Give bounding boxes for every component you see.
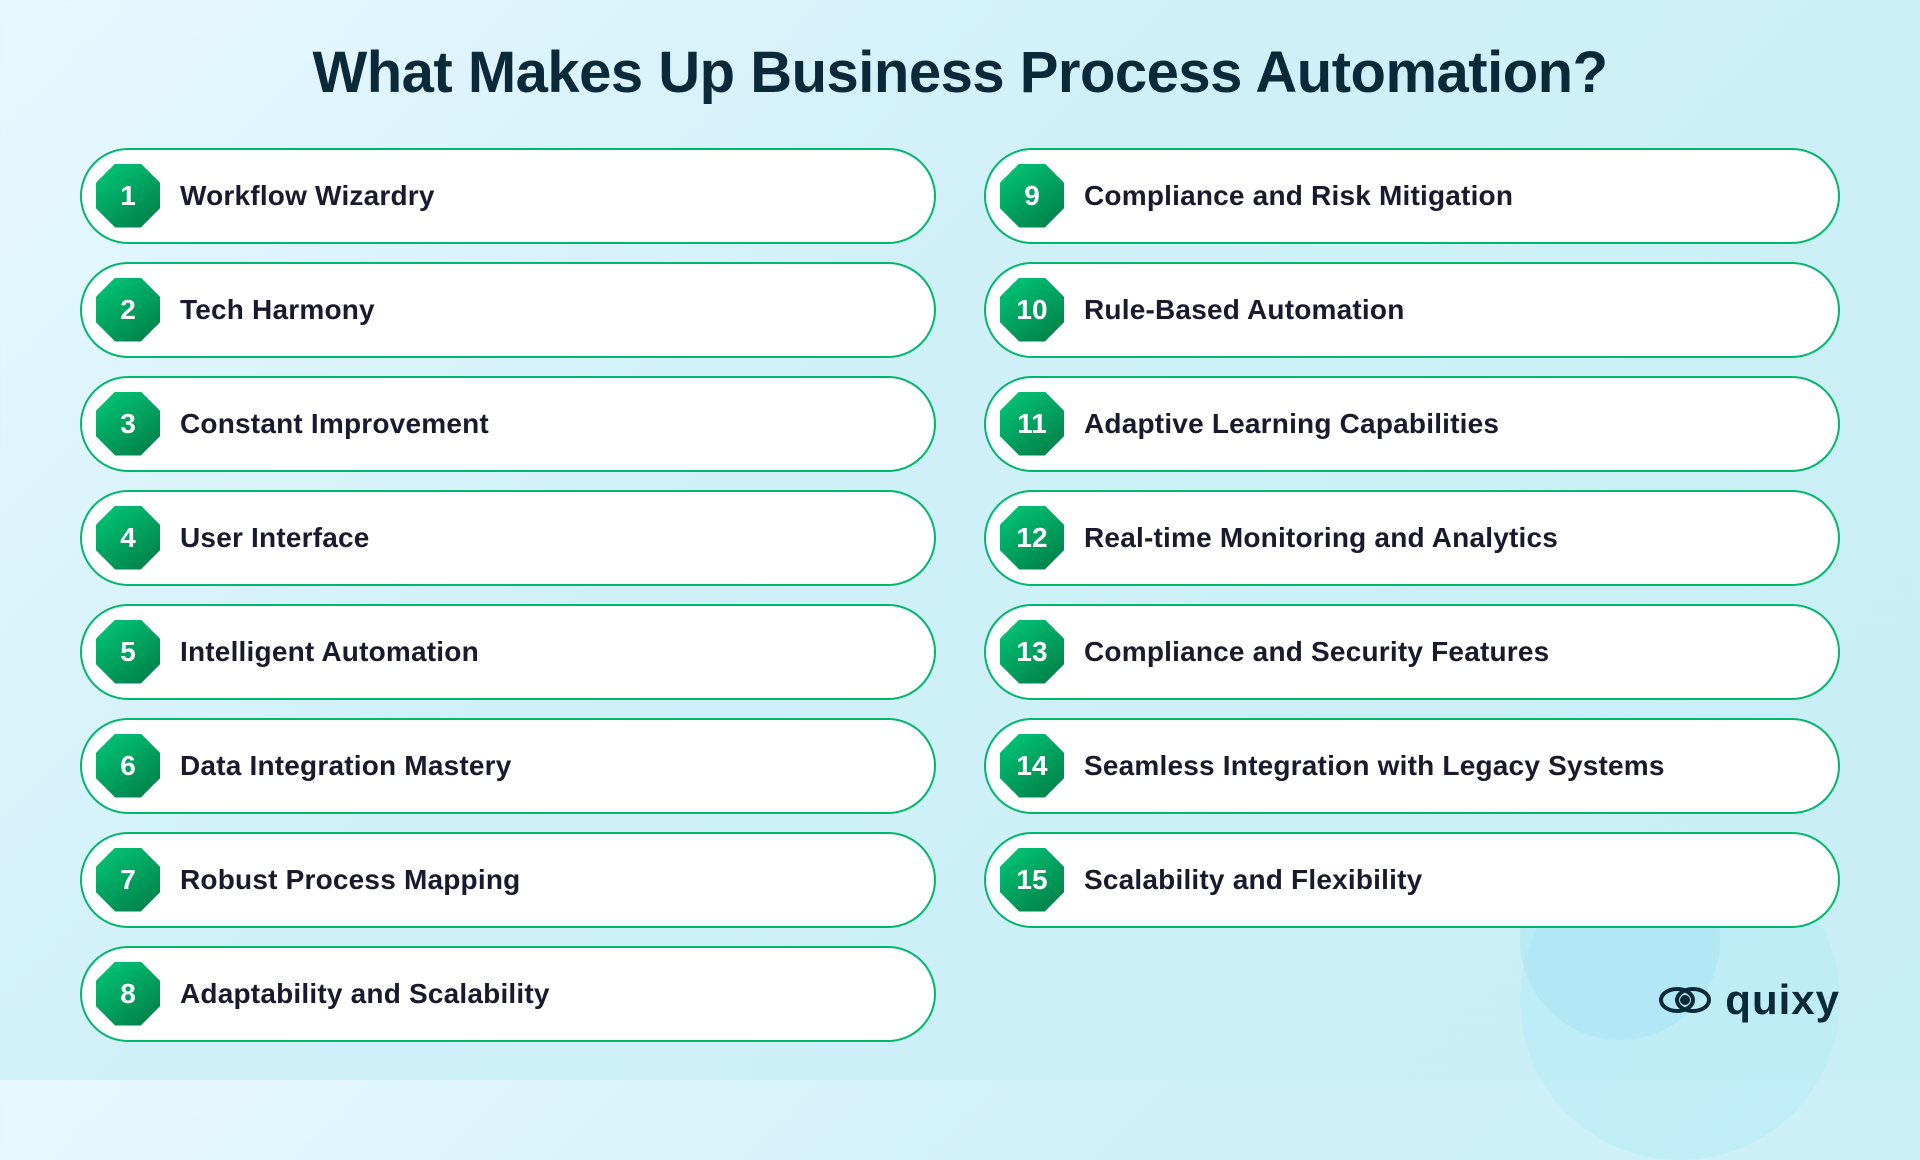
item-label: Adaptability and Scalability: [180, 978, 550, 1010]
number-badge: 3: [96, 392, 160, 456]
list-item: 12 Real-time Monitoring and Analytics: [984, 490, 1840, 586]
number-badge: 12: [1000, 506, 1064, 570]
list-item: 8 Adaptability and Scalability: [80, 946, 936, 1042]
list-item: 4 User Interface: [80, 490, 936, 586]
page-title: What Makes Up Business Process Automatio…: [312, 39, 1607, 106]
list-item: 5 Intelligent Automation: [80, 604, 936, 700]
number-badge: 15: [1000, 848, 1064, 912]
list-item: 9 Compliance and Risk Mitigation: [984, 148, 1840, 244]
item-label: Compliance and Risk Mitigation: [1084, 180, 1513, 212]
number-badge: 6: [96, 734, 160, 798]
list-item: 1 Workflow Wizardry: [80, 148, 936, 244]
list-item: 7 Robust Process Mapping: [80, 832, 936, 928]
list-item: 13 Compliance and Security Features: [984, 604, 1840, 700]
item-label: Rule-Based Automation: [1084, 294, 1405, 326]
item-label: Intelligent Automation: [180, 636, 479, 668]
number-badge: 14: [1000, 734, 1064, 798]
logo-text: quixy: [1725, 976, 1840, 1024]
logo-area: quixy: [1657, 976, 1840, 1024]
item-label: Seamless Integration with Legacy Systems: [1084, 750, 1665, 782]
list-item: 10 Rule-Based Automation: [984, 262, 1840, 358]
number-badge: 1: [96, 164, 160, 228]
item-label: Data Integration Mastery: [180, 750, 512, 782]
list-item: 11 Adaptive Learning Capabilities: [984, 376, 1840, 472]
number-badge: 5: [96, 620, 160, 684]
list-item: 2 Tech Harmony: [80, 262, 936, 358]
item-label: Tech Harmony: [180, 294, 375, 326]
item-label: Robust Process Mapping: [180, 864, 520, 896]
number-badge: 4: [96, 506, 160, 570]
items-grid: 1 Workflow Wizardry 9 Compliance and Risk M…: [80, 148, 1840, 1042]
item-label: User Interface: [180, 522, 370, 554]
number-badge: 11: [1000, 392, 1064, 456]
list-item: 14 Seamless Integration with Legacy Syste…: [984, 718, 1840, 814]
list-item: 3 Constant Improvement: [80, 376, 936, 472]
item-label: Workflow Wizardry: [180, 180, 435, 212]
number-badge: 13: [1000, 620, 1064, 684]
item-label: Compliance and Security Features: [1084, 636, 1549, 668]
number-badge: 7: [96, 848, 160, 912]
item-label: Adaptive Learning Capabilities: [1084, 408, 1499, 440]
page-wrapper: What Makes Up Business Process Automatio…: [80, 39, 1840, 1042]
item-label: Constant Improvement: [180, 408, 489, 440]
number-badge: 10: [1000, 278, 1064, 342]
quixy-logo-icon: [1657, 980, 1713, 1020]
item-label: Real-time Monitoring and Analytics: [1084, 522, 1558, 554]
list-item: 15 Scalability and Flexibility: [984, 832, 1840, 928]
number-badge: 8: [96, 962, 160, 1026]
list-item: 6 Data Integration Mastery: [80, 718, 936, 814]
number-badge: 9: [1000, 164, 1064, 228]
item-label: Scalability and Flexibility: [1084, 864, 1422, 896]
number-badge: 2: [96, 278, 160, 342]
